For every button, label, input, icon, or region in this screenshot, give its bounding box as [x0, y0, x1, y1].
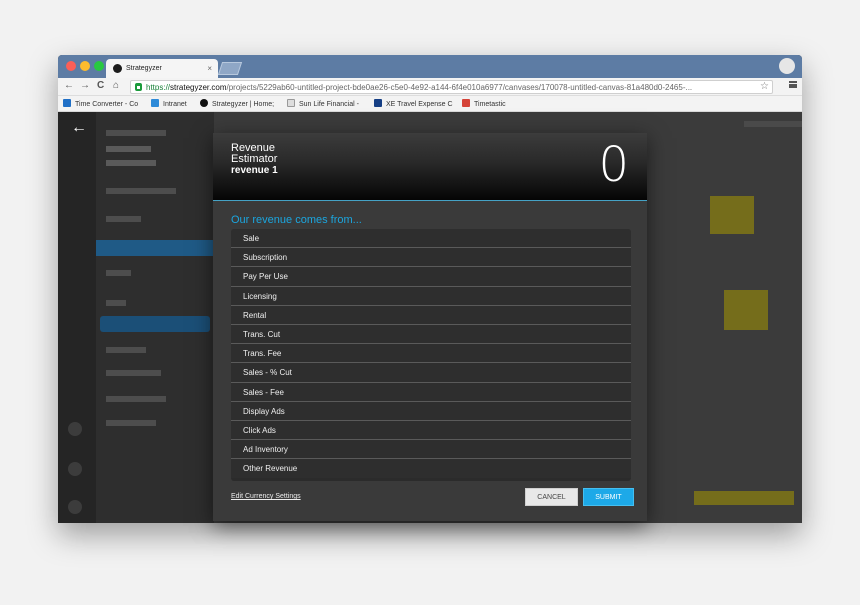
- edit-currency-settings-link[interactable]: Edit Currency Settings: [231, 493, 301, 500]
- left-rail: ←: [58, 112, 96, 523]
- side-panel-placeholder: [106, 130, 166, 136]
- back-button[interactable]: ←: [64, 80, 74, 91]
- incognito-icon: [779, 58, 795, 74]
- side-panel-active-item[interactable]: [96, 240, 214, 256]
- canvas-header-placeholder: [744, 121, 802, 127]
- revenue-option-click-ads[interactable]: Click Ads: [231, 420, 631, 441]
- side-panel: [96, 112, 214, 523]
- rail-icon-1[interactable]: [68, 422, 82, 436]
- close-window-button[interactable]: [66, 61, 76, 71]
- sticky-note[interactable]: [710, 196, 754, 234]
- forward-button[interactable]: →: [80, 80, 90, 91]
- submit-button[interactable]: SUBMIT: [583, 488, 634, 506]
- revenue-option-pay-per-use[interactable]: Pay Per Use: [231, 267, 631, 287]
- title-bar: Strategyzer ×: [58, 55, 802, 78]
- rail-icon-2[interactable]: [68, 462, 82, 476]
- side-panel-placeholder: [106, 300, 126, 306]
- revenue-option-trans-cut[interactable]: Trans. Cut: [231, 324, 631, 345]
- side-panel-placeholder: [106, 270, 131, 276]
- xe-icon: [374, 99, 382, 107]
- revenue-options-list: Sale Subscription Pay Per Use Licensing …: [231, 229, 631, 481]
- url-domain: strategyzer.com: [170, 83, 227, 92]
- strategyzer-icon: [200, 99, 208, 107]
- address-bar[interactable]: https://strategyzer.com/projects/5229ab6…: [130, 80, 773, 94]
- tab-close-icon[interactable]: ×: [207, 64, 212, 73]
- revenue-option-licensing[interactable]: Licensing: [231, 286, 631, 306]
- maximize-window-button[interactable]: [94, 61, 104, 71]
- revenue-option-rental[interactable]: Rental: [231, 305, 631, 325]
- refresh-button[interactable]: C: [97, 80, 104, 91]
- side-panel-placeholder: [106, 146, 151, 152]
- sticky-note[interactable]: [694, 491, 794, 505]
- minimize-window-button[interactable]: [80, 61, 90, 71]
- dialog-subtitle: revenue 1: [231, 165, 278, 176]
- revenue-option-sales-fee[interactable]: Sales - Fee: [231, 382, 631, 402]
- revenue-option-ad-inventory[interactable]: Ad Inventory: [231, 440, 631, 460]
- new-tab-button[interactable]: [217, 62, 243, 75]
- bookmark-sun-life[interactable]: Sun Life Financial -: [287, 99, 359, 108]
- side-panel-placeholder: [106, 370, 161, 376]
- home-button[interactable]: ⌂: [113, 80, 119, 91]
- dialog-header: Revenue Estimator revenue 1 0: [213, 133, 647, 201]
- side-panel-placeholder: [106, 160, 156, 166]
- side-panel-placeholder: [106, 188, 176, 194]
- bookmark-xe-travel[interactable]: XE Travel Expense C: [374, 99, 453, 108]
- revenue-source-label: Our revenue comes from...: [231, 214, 362, 226]
- intranet-icon: [151, 99, 159, 107]
- back-arrow-icon[interactable]: ←: [71, 119, 87, 137]
- side-panel-placeholder: [106, 396, 166, 402]
- side-panel-placeholder: [106, 347, 146, 353]
- side-panel-placeholder: [106, 216, 141, 222]
- revenue-option-subscription[interactable]: Subscription: [231, 248, 631, 268]
- revenue-option-sales-percent-cut[interactable]: Sales - % Cut: [231, 363, 631, 383]
- tab-strategyzer[interactable]: Strategyzer ×: [106, 59, 218, 78]
- side-panel-placeholder: [106, 420, 156, 426]
- bookmark-strategyzer[interactable]: Strategyzer | Home;: [200, 99, 274, 108]
- tab-title: Strategyzer: [126, 65, 162, 72]
- calendar-icon: [462, 99, 470, 107]
- revenue-total: 0: [598, 137, 629, 193]
- browser-menu-icon[interactable]: [789, 81, 797, 88]
- bookmark-intranet[interactable]: Intranet: [151, 99, 187, 108]
- sticky-note[interactable]: [724, 290, 768, 330]
- bookmark-time-converter[interactable]: Time Converter - Co: [63, 99, 138, 108]
- revenue-option-trans-fee[interactable]: Trans. Fee: [231, 344, 631, 364]
- time-icon: [63, 99, 71, 107]
- document-icon: [287, 99, 295, 107]
- revenue-option-display-ads[interactable]: Display Ads: [231, 401, 631, 421]
- strategyzer-icon: [113, 64, 122, 73]
- rail-icon-3[interactable]: [68, 500, 82, 514]
- side-panel-button[interactable]: [100, 316, 210, 332]
- bookmarks-bar: Time Converter - Co Intranet Strategyzer…: [58, 96, 802, 112]
- dialog-title: Revenue Estimator: [231, 142, 278, 165]
- revenue-option-sale[interactable]: Sale: [231, 229, 631, 249]
- browser-toolbar: ← → C ⌂ https://strategyzer.com/projects…: [58, 78, 802, 96]
- bookmark-timetastic[interactable]: Timetastic: [462, 99, 506, 108]
- lock-icon: [135, 83, 142, 91]
- revenue-option-other-revenue[interactable]: Other Revenue: [231, 459, 631, 479]
- bookmark-star-icon[interactable]: ☆: [760, 81, 769, 92]
- url-path: /projects/5229ab60-untitled-project-bde0…: [226, 83, 693, 92]
- revenue-estimator-dialog: Revenue Estimator revenue 1 0 Our revenu…: [213, 133, 647, 521]
- cancel-button[interactable]: CANCEL: [525, 488, 578, 506]
- url-scheme: https://: [146, 83, 171, 92]
